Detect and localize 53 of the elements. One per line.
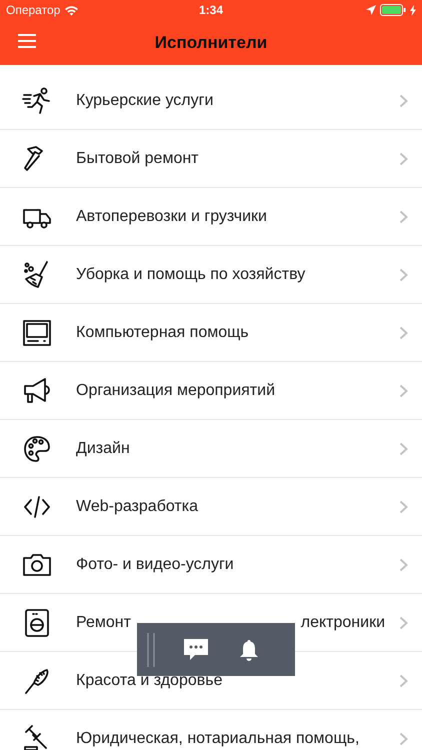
chevron-icon — [399, 326, 408, 340]
category-label: Web-разработка — [76, 496, 199, 516]
category-label: лектроники — [300, 612, 385, 632]
category-label: Бытовой ремонт — [76, 148, 200, 168]
category-row[interactable]: Организация мероприятий — [0, 362, 422, 420]
wifi-icon — [64, 4, 80, 16]
category-label: Компьютерная помощь — [76, 322, 250, 342]
runner-icon — [22, 86, 52, 116]
chat-button[interactable] — [183, 638, 209, 662]
chevron-icon — [399, 500, 408, 514]
category-row[interactable]: Автоперевозки и грузчики — [0, 188, 422, 246]
category-row[interactable]: Курьерские услуги — [0, 72, 422, 130]
chevron-icon — [399, 558, 408, 572]
chevron-icon — [399, 442, 408, 456]
palette-icon — [22, 434, 52, 464]
location-icon — [366, 5, 376, 15]
category-label: Курьерские услуги — [76, 90, 214, 110]
category-label: Ремонт — [76, 612, 131, 632]
washing-machine-icon — [22, 608, 52, 638]
category-label: Красота и здоровье — [76, 670, 224, 690]
chevron-icon — [399, 268, 408, 282]
bell-icon — [239, 638, 259, 660]
screen-title: Исполнители — [154, 32, 268, 54]
megaphone-icon — [22, 376, 52, 406]
category-label: Дизайн — [76, 438, 131, 458]
chevron-icon — [399, 94, 408, 108]
category-label: Уборка и помощь по хозяйству — [76, 264, 306, 284]
category-row[interactable]: Web-разработка — [0, 478, 422, 536]
chevron-icon — [399, 384, 408, 398]
monitor-icon — [22, 318, 52, 348]
category-row[interactable]: Компьютерная помощь — [0, 304, 422, 362]
chevron-icon — [399, 674, 408, 688]
menu-icon — [18, 34, 36, 48]
category-row[interactable]: Бытовой ремонт — [0, 130, 422, 188]
category-label: Автоперевозки и грузчики — [76, 206, 268, 226]
category-row[interactable]: Дизайн — [0, 420, 422, 478]
category-label: Организация мероприятий — [76, 380, 276, 400]
category-label: Фото- и видео-услуги — [76, 554, 235, 574]
category-label: Юридическая, нотариальная помощь, — [76, 728, 360, 748]
category-row[interactable]: Фото- и видео-услуги — [0, 536, 422, 594]
chevron-icon — [399, 732, 408, 746]
drag-handle[interactable] — [147, 632, 155, 666]
carrier-name: Оператор — [6, 2, 60, 19]
notifications-button[interactable] — [239, 638, 259, 660]
battery-icon — [380, 4, 406, 16]
clock-time: 1:34 — [198, 3, 224, 17]
chevron-icon — [399, 210, 408, 224]
category-row[interactable]: Уборка и помощь по хозяйству — [0, 246, 422, 304]
chat-icon — [183, 638, 209, 662]
chevron-icon — [399, 152, 408, 166]
category-row[interactable]: Юридическая, нотариальная помощь, — [0, 710, 422, 750]
chevron-icon — [399, 616, 408, 630]
charging-icon — [410, 4, 416, 16]
